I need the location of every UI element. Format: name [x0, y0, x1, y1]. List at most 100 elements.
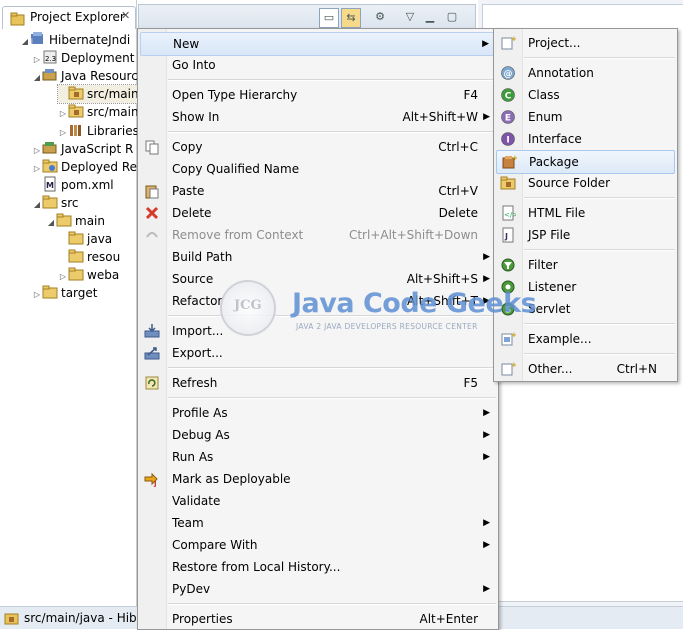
- annotation-icon: @: [500, 65, 516, 81]
- menu-item-validate[interactable]: Validate: [140, 490, 496, 512]
- new-menu-item-project[interactable]: + Project...: [496, 32, 675, 54]
- menu-item-properties[interactable]: Properties Alt+Enter: [140, 608, 496, 630]
- menu-item-label: Source: [172, 272, 214, 286]
- menu-item-label: Delete: [172, 206, 212, 220]
- submenu-arrow-icon: ▶: [483, 452, 490, 462]
- svg-text:+: +: [512, 154, 517, 162]
- menu-item-label: Import...: [172, 324, 224, 338]
- menu-item-delete[interactable]: Delete Delete: [140, 202, 496, 224]
- new-menu-item-annotation[interactable]: @ Annotation: [496, 62, 675, 84]
- menu-item-run-as[interactable]: Run As ▶: [140, 446, 496, 468]
- menu-item-profile-as[interactable]: Profile As ▶: [140, 402, 496, 424]
- menu-item-pydev[interactable]: PyDev ▶: [140, 578, 496, 600]
- minimize-icon[interactable]: ▁: [421, 8, 439, 26]
- submenu-arrow-icon: ▶: [482, 39, 489, 49]
- project-explorer-tab[interactable]: Project Explorer ✕: [0, 4, 136, 29]
- status-text: src/main/java - Hiber: [24, 611, 149, 625]
- submenu-arrow-icon: ▶: [483, 408, 490, 418]
- menu-item-show-in[interactable]: Show In Alt+Shift+W ▶: [140, 106, 496, 128]
- tree-item[interactable]: ▷ Deployed Re: [32, 158, 137, 176]
- menu-item-remove-from-context[interactable]: Remove from Context Ctrl+Alt+Shift+Down: [140, 224, 496, 246]
- new-menu-item-html-file[interactable]: </> HTML File: [496, 202, 675, 224]
- menu-item-shortcut: Delete: [438, 206, 478, 220]
- expanded-twisty-icon[interactable]: ◢: [32, 196, 42, 214]
- menu-item-label: Show In: [172, 110, 220, 124]
- new-menu-item-filter[interactable]: Filter: [496, 254, 675, 276]
- maximize-icon[interactable]: ▢: [443, 8, 461, 26]
- menu-item-go-into[interactable]: Go Into: [140, 54, 496, 76]
- tree-item[interactable]: ◢ main: [46, 212, 105, 230]
- tree-item-label: pom.xml: [61, 177, 114, 192]
- svg-text:J: J: [153, 480, 157, 487]
- tree-item[interactable]: ▷ target: [32, 284, 98, 302]
- tree-item[interactable]: src/main: [57, 84, 140, 105]
- tree-item[interactable]: ▷ weba: [58, 266, 119, 284]
- menu-item-copy[interactable]: Copy Ctrl+C: [140, 136, 496, 158]
- tree-item[interactable]: resou: [58, 248, 120, 266]
- menu-item-build-path[interactable]: Build Path ▶: [140, 246, 496, 268]
- svg-text:2.3: 2.3: [45, 55, 56, 63]
- tree-item-label: weba: [87, 268, 120, 283]
- new-menu-item-package[interactable]: + Package: [496, 150, 675, 174]
- menu-item-label: Run As: [172, 450, 214, 464]
- submenu-arrow-icon: ▶: [483, 584, 490, 594]
- expanded-twisty-icon[interactable]: ◢: [46, 214, 56, 232]
- menu-item-label: Source Folder: [528, 176, 611, 190]
- expanded-twisty-icon[interactable]: ◢: [20, 33, 30, 51]
- new-menu-item-example[interactable]: + Example...: [496, 328, 675, 350]
- menu-item-mark-as-deployable[interactable]: J Mark as Deployable: [140, 468, 496, 490]
- view-menu-icon[interactable]: ▽: [401, 8, 419, 26]
- collapse-all-icon[interactable]: ▭: [319, 8, 339, 28]
- tree-item[interactable]: java: [58, 230, 112, 248]
- tree-item-label: src: [61, 195, 79, 210]
- menu-item-restore-from-local-history[interactable]: Restore from Local History...: [140, 556, 496, 578]
- new-menu-item-interface[interactable]: I Interface: [496, 128, 675, 150]
- menu-item-label: Debug As: [172, 428, 230, 442]
- new-menu-item-enum[interactable]: E Enum: [496, 106, 675, 128]
- menu-item-label: HTML File: [528, 206, 586, 220]
- menu-item-label: Build Path: [172, 250, 233, 264]
- menu-item-compare-with[interactable]: Compare With ▶: [140, 534, 496, 556]
- svg-text:I: I: [506, 136, 509, 146]
- deployed-resources-icon: [42, 158, 58, 173]
- tree-item[interactable]: Mpom.xml: [32, 176, 114, 194]
- tree-item[interactable]: ▷ JavaScript R: [32, 140, 133, 158]
- close-icon[interactable]: ✕: [121, 9, 130, 22]
- tree-item-label: HibernateJndi: [49, 33, 131, 47]
- menu-item-label: Refactor: [172, 294, 223, 308]
- menu-item-label: Package: [529, 155, 579, 169]
- collapsed-twisty-icon[interactable]: ▷: [32, 286, 42, 304]
- new-menu-item-jsp-file[interactable]: J JSP File: [496, 224, 675, 246]
- svg-text:@: @: [504, 70, 513, 80]
- filters-icon[interactable]: ⚙: [371, 8, 389, 26]
- menu-item-export[interactable]: Export...: [140, 342, 496, 364]
- other-wizard-icon: +: [500, 361, 517, 377]
- tree-item[interactable]: ◢ J HibernateJndi: [20, 31, 130, 49]
- link-with-editor-icon[interactable]: ⇆: [341, 8, 361, 28]
- tree-item[interactable]: ▷ 2.3 Deployment: [32, 49, 134, 67]
- menu-item-shortcut: Ctrl+Alt+Shift+Down: [348, 228, 478, 242]
- menu-item-debug-as[interactable]: Debug As ▶: [140, 424, 496, 446]
- menu-item-label: Class: [528, 88, 560, 102]
- tree-item[interactable]: ◢ src: [32, 194, 79, 212]
- remove-context-icon: [144, 227, 160, 243]
- menu-item-team[interactable]: Team ▶: [140, 512, 496, 534]
- menu-item-new[interactable]: New ▶: [140, 32, 496, 56]
- menu-item-copy-qualified-name[interactable]: Copy Qualified Name: [140, 158, 496, 180]
- new-menu-item-class[interactable]: C Class: [496, 84, 675, 106]
- export-icon: [144, 345, 160, 361]
- tree-item[interactable]: ▷ src/main: [58, 103, 139, 121]
- tree-item[interactable]: ▷ Libraries: [58, 122, 139, 140]
- new-menu-item-source-folder[interactable]: Source Folder: [496, 172, 675, 194]
- project-explorer-view: Project Explorer ✕ ◢ J HibernateJndi ▷ 2.3 De…: [0, 0, 151, 606]
- expanded-twisty-icon[interactable]: ◢: [32, 69, 42, 87]
- tree-item-label: src/main: [87, 105, 139, 120]
- menu-separator: [524, 57, 675, 59]
- tree-item-label: target: [61, 286, 98, 301]
- tree-item[interactable]: ◢ Java Resources: [32, 67, 151, 85]
- new-menu-item-other[interactable]: + Other... Ctrl+N: [496, 358, 675, 380]
- menu-item-open-type-hierarchy[interactable]: Open Type Hierarchy F4: [140, 84, 496, 106]
- menu-item-paste[interactable]: Paste Ctrl+V: [140, 180, 496, 202]
- folder-icon: [68, 248, 84, 263]
- menu-item-refresh[interactable]: Refresh F5: [140, 372, 496, 394]
